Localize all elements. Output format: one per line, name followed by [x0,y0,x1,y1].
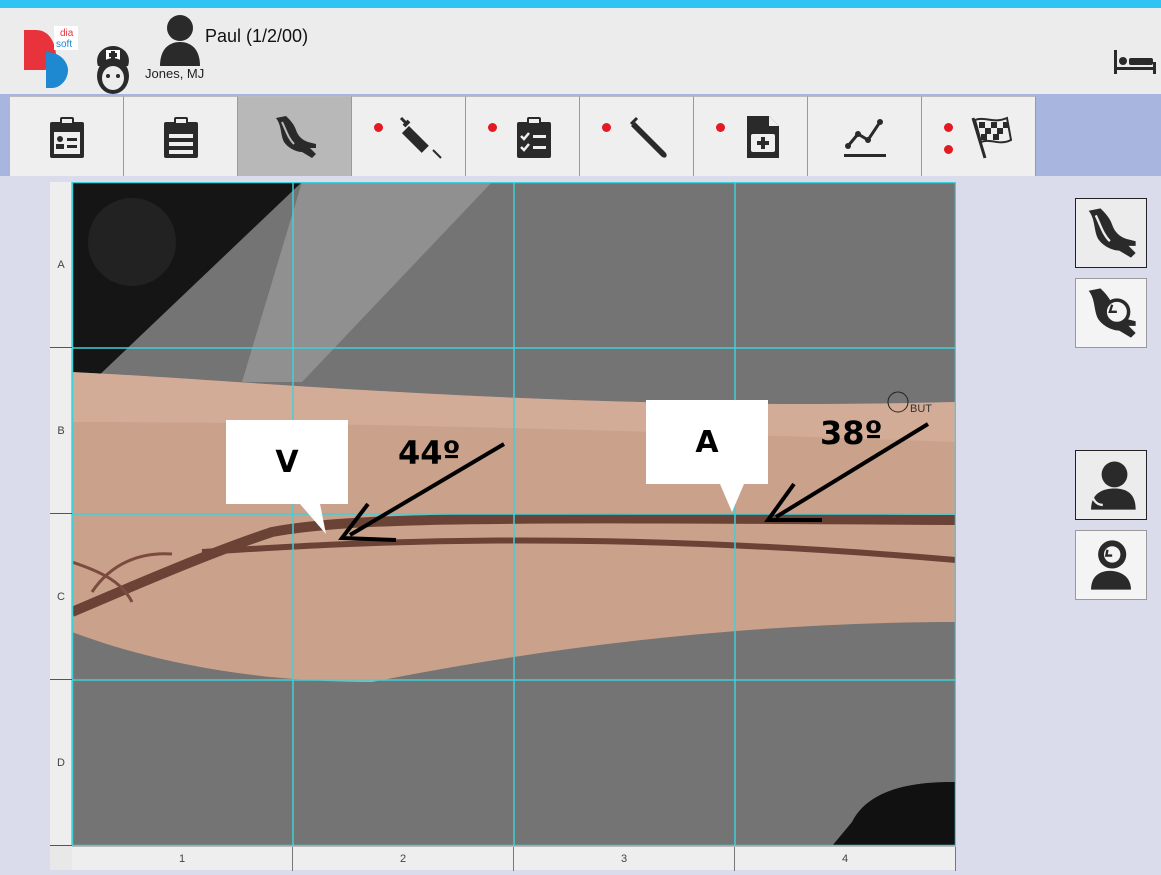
patient-bust-icon [1091,461,1136,510]
patient-icon[interactable] [158,12,202,66]
row-label-b: B [50,348,72,514]
alert-dot [602,123,611,132]
arm-photo[interactable]: V 44º A 38º BUT [72,182,956,846]
tab-finish[interactable] [922,96,1036,176]
tab-vascular-access[interactable] [238,96,352,176]
arterial-label[interactable]: A [646,400,768,484]
col-label-4: 4 [735,847,956,871]
patient-rotate-icon [1091,540,1131,590]
clipboard-check-icon [516,116,551,158]
syringe-icon [399,116,442,159]
tab-lab[interactable] [580,96,694,176]
column-labels: 1 2 3 4 [72,846,956,871]
arm-vessel-icon [275,115,316,158]
doctor-name: Jones, MJ [145,66,205,81]
col-label-1: 1 [72,847,293,871]
alert-dot [716,123,725,132]
patient-name: Paul (1/2/00) [205,26,309,46]
col-label-2: 2 [293,847,514,871]
clipboard-id-icon [49,116,84,158]
but-marker-label: BUT [910,403,932,415]
logo-text-top: dia [60,28,74,39]
diasoft-logo: dia soft [22,22,80,88]
venous-label[interactable]: V [226,420,348,504]
tab-medication[interactable] [352,96,466,176]
test-tube-icon [629,116,667,158]
main-content: A B C D V 44º A 38º BUT 1 2 3 4 [0,176,1161,875]
tab-patient-card[interactable] [10,96,124,176]
tab-checklist[interactable] [466,96,580,176]
tab-notes[interactable] [124,96,238,176]
logo-text-bottom: soft [56,39,72,50]
arm-view-button[interactable] [1075,198,1147,268]
medical-document-icon [746,115,779,158]
line-chart-icon [843,118,886,157]
tab-documents[interactable] [694,96,808,176]
patient-rotate-button[interactable] [1075,530,1147,600]
patient-view-button[interactable] [1075,450,1147,520]
venous-angle: 44º [398,434,461,472]
arm-rotate-icon [1088,288,1136,338]
row-label-c: C [50,514,72,680]
arm-rotate-button[interactable] [1075,278,1147,348]
row-label-a: A [50,182,72,348]
row-labels: A B C D [50,182,72,846]
nurse-icon[interactable] [90,44,136,96]
top-accent-bar [0,0,1161,8]
tab-bar [0,94,1161,176]
access-grid: A B C D V 44º A 38º BUT 1 2 3 4 [50,182,956,871]
clipboard-lines-icon [163,116,198,158]
arm-vessel-icon [1088,208,1136,258]
alert-dot [944,123,953,132]
arterial-angle: 38º [820,414,883,452]
alert-dot [488,123,497,132]
header: dia soft Paul (1/2/00) Jones, MJ [0,8,1161,94]
bed-icon[interactable] [1112,48,1158,76]
col-label-3: 3 [514,847,735,871]
tab-trends[interactable] [808,96,922,176]
alert-dot [374,123,383,132]
checkered-flag-icon [971,116,1012,158]
alert-dot [944,145,953,154]
row-label-d: D [50,680,72,846]
